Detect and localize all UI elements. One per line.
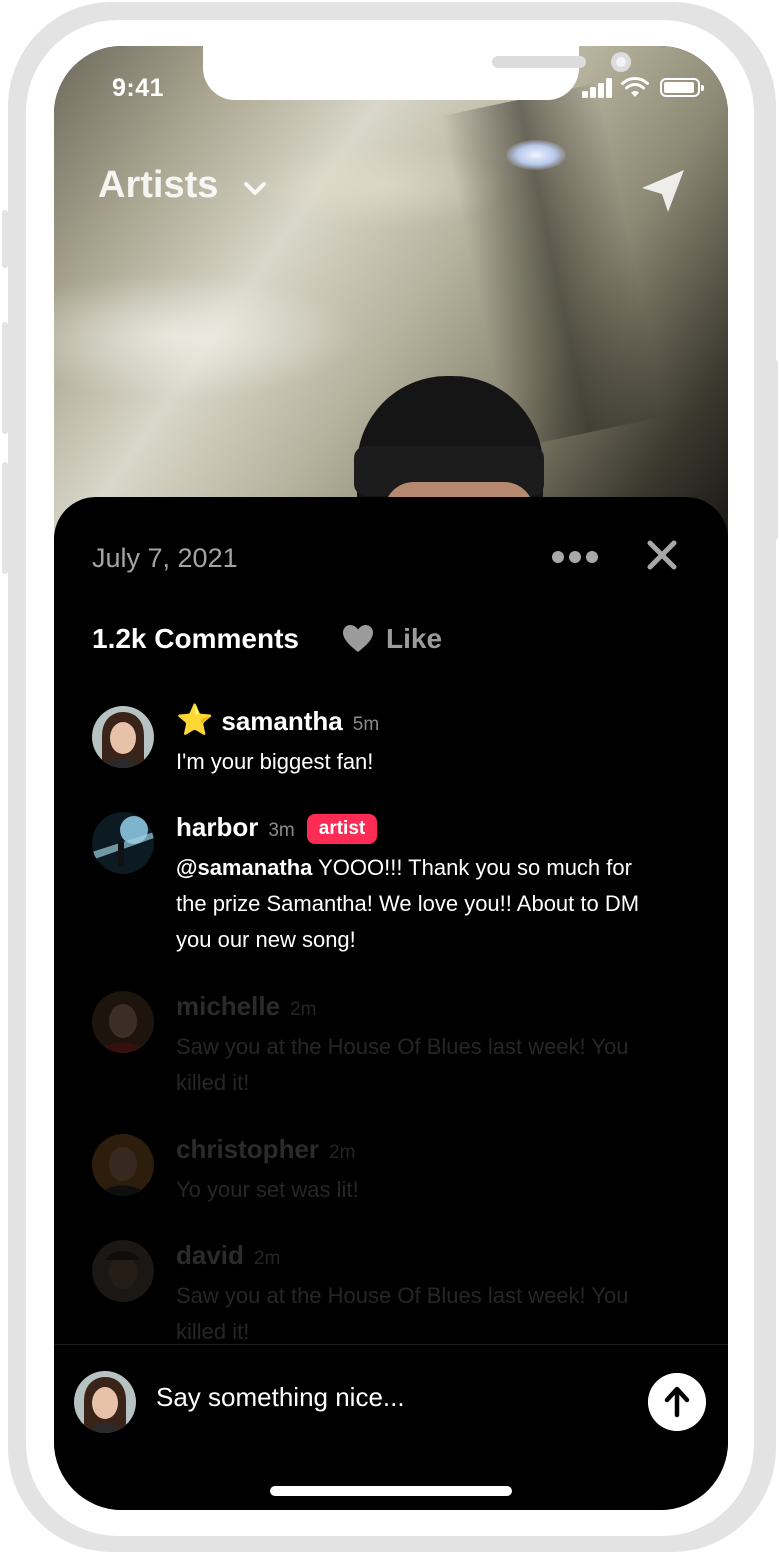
avatar[interactable]: [92, 1134, 154, 1196]
my-avatar[interactable]: [74, 1371, 136, 1433]
home-indicator[interactable]: [270, 1486, 512, 1496]
mute-switch: [2, 210, 8, 268]
artist-photo: [54, 46, 728, 572]
avatar[interactable]: [92, 812, 154, 874]
power-button: [772, 360, 778, 540]
volume-up-button: [2, 322, 8, 434]
notch: [203, 46, 631, 100]
page-title[interactable]: Artists: [98, 164, 218, 207]
comment-time: 2m: [290, 999, 317, 1020]
avatar[interactable]: [92, 1240, 154, 1302]
composer-divider: [54, 1344, 728, 1345]
comment-mention[interactable]: @samanatha: [176, 855, 312, 880]
cellular-signal-icon: [582, 78, 614, 98]
comment-username[interactable]: samantha: [221, 706, 342, 737]
send-plane-icon[interactable]: [638, 166, 688, 214]
comments-count: 1.2k Comments: [92, 623, 299, 654]
avatar[interactable]: [92, 706, 154, 768]
close-icon[interactable]: [644, 537, 680, 573]
comment-text: Yo your set was lit!: [176, 1177, 359, 1202]
comment-time: 2m: [253, 1248, 281, 1269]
comment-input[interactable]: Say something nice...: [156, 1382, 616, 1413]
comment-username[interactable]: harbor: [176, 812, 258, 843]
comment-time: 5m: [352, 714, 380, 735]
artist-badge: artist: [306, 814, 378, 844]
phone-screen: 9:41 Artists July 7, 2021 1.2k Comments …: [54, 46, 728, 1510]
comment-text: @samanatha YOOO!!! Thank you so much for…: [176, 850, 656, 958]
stage-light: [506, 140, 566, 170]
volume-down-button: [2, 462, 8, 574]
comment-username[interactable]: david: [176, 1240, 244, 1271]
comment-text: Saw you at the House Of Blues last week!…: [176, 1034, 629, 1095]
wifi-icon: [621, 76, 649, 97]
comment-text: I'm your biggest fan!: [176, 749, 374, 774]
like-button[interactable]: Like: [342, 621, 442, 657]
arrow-up-icon[interactable]: [648, 1373, 706, 1431]
comment-username[interactable]: michelle: [176, 991, 280, 1022]
star-icon: ⭐: [176, 704, 214, 737]
front-camera: [611, 52, 631, 72]
comments-sheet: July 7, 2021 1.2k Comments Like ⭐ samant…: [54, 497, 728, 1510]
comment-text: Saw you at the House Of Blues last week!…: [176, 1283, 629, 1344]
post-date: July 7, 2021: [92, 543, 238, 573]
avatar[interactable]: [92, 991, 154, 1053]
more-dots-icon[interactable]: [552, 549, 598, 565]
like-label: Like: [386, 623, 443, 654]
speaker-grille: [492, 56, 586, 68]
comment-time: 3m: [268, 820, 295, 841]
battery-icon: [660, 78, 704, 97]
comment-username[interactable]: christopher: [176, 1134, 319, 1165]
chevron-down-icon[interactable]: [242, 178, 268, 198]
comment-time: 2m: [329, 1142, 356, 1163]
heart-icon: [343, 625, 373, 652]
status-time: 9:41: [112, 74, 165, 102]
